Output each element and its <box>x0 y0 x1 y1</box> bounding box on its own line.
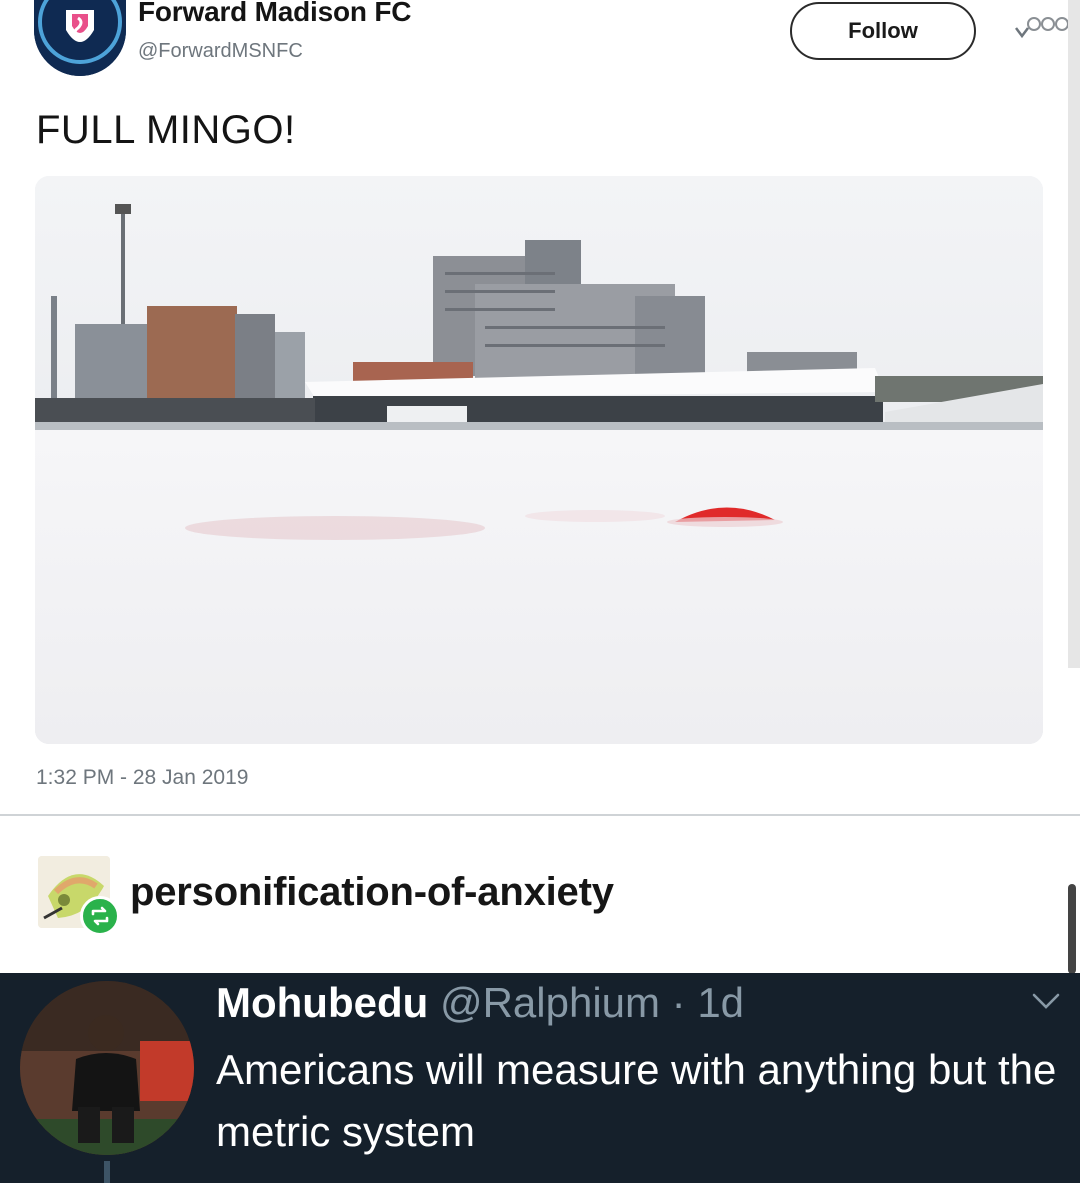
reply-header: Mohubedu @Ralphium · 1d <box>216 979 744 1027</box>
tweet-timestamp[interactable]: 1:32 PM - 28 Jan 2019 <box>36 766 248 790</box>
club-crest-icon[interactable] <box>34 0 126 76</box>
follow-button[interactable]: Follow <box>790 2 976 60</box>
reply-handle-time[interactable]: @Ralphium · 1d <box>440 979 744 1026</box>
scrollbar-thumb[interactable] <box>1068 884 1076 974</box>
user-avatar-icon[interactable] <box>20 981 194 1155</box>
tweet-card: Forward Madison FC @ForwardMSNFC Follow … <box>0 0 1080 815</box>
thread-line <box>104 1161 110 1183</box>
reply-text: Americans will measure with anything but… <box>216 1046 1057 1155</box>
reblog-icon <box>80 896 120 936</box>
reblog-header: personification-of-anxiety <box>0 816 1080 974</box>
tweet-text: FULL MINGO! <box>36 108 296 152</box>
scrollbar-track <box>1068 0 1080 668</box>
more-options-icon[interactable] <box>1010 12 1070 52</box>
snow-covered-stadium-photo[interactable] <box>35 176 1043 744</box>
account-handle[interactable]: @ForwardMSNFC <box>138 40 303 63</box>
reply-tweet: Mohubedu @Ralphium · 1d Americans will m… <box>0 973 1080 1183</box>
chevron-down-icon[interactable] <box>1026 987 1066 1015</box>
account-display-name[interactable]: Forward Madison FC <box>138 0 411 28</box>
reply-author-name[interactable]: Mohubedu <box>216 979 428 1026</box>
reblog-username[interactable]: personification-of-anxiety <box>130 870 614 915</box>
